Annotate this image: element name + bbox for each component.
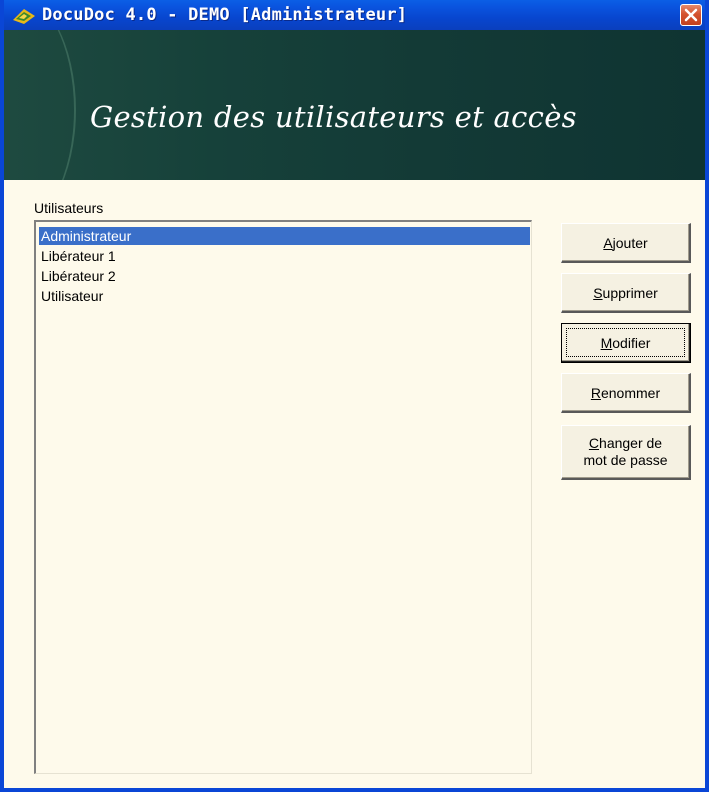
add-button[interactable]: Ajouter bbox=[561, 223, 691, 263]
list-item-liberateur-1[interactable]: Libérateur 1 bbox=[39, 247, 530, 265]
add-button-label: Ajouter bbox=[603, 234, 648, 251]
window-title: DocuDoc 4.0 - DEMO [Administrateur] bbox=[42, 5, 408, 25]
app-window: DocuDoc 4.0 - DEMO [Administrateur] Gest… bbox=[0, 0, 709, 792]
users-label: Utilisateurs bbox=[34, 200, 104, 216]
list-item-utilisateur[interactable]: Utilisateur bbox=[39, 287, 530, 305]
header-banner: Gestion des utilisateurs et accès bbox=[4, 30, 705, 180]
users-listbox[interactable]: Administrateur Libérateur 1 Libérateur 2… bbox=[34, 220, 532, 774]
close-icon bbox=[684, 8, 698, 22]
rename-button-label: Renommer bbox=[590, 384, 661, 401]
focus-ring bbox=[566, 328, 685, 357]
banner-decoration bbox=[4, 30, 76, 180]
delete-button-label: Supprimer bbox=[593, 284, 658, 301]
change-password-button[interactable]: Changer de mot de passe bbox=[561, 425, 691, 480]
title-bar[interactable]: DocuDoc 4.0 - DEMO [Administrateur] bbox=[4, 0, 705, 30]
list-item-administrateur[interactable]: Administrateur bbox=[39, 227, 530, 245]
page-title: Gestion des utilisateurs et accès bbox=[90, 100, 577, 134]
delete-button[interactable]: Supprimer bbox=[561, 273, 691, 313]
change-password-label-line2: mot de passe bbox=[583, 452, 668, 468]
rename-button[interactable]: Renommer bbox=[561, 373, 691, 413]
dialog-content: Utilisateurs Administrateur Libérateur 1… bbox=[4, 180, 705, 788]
list-item-liberateur-2[interactable]: Libérateur 2 bbox=[39, 267, 530, 285]
modify-button[interactable]: Modifier bbox=[561, 323, 691, 363]
change-password-label-line1: Changer de bbox=[588, 435, 663, 451]
docudoc-logo-icon bbox=[13, 9, 35, 24]
close-button[interactable] bbox=[680, 4, 702, 26]
